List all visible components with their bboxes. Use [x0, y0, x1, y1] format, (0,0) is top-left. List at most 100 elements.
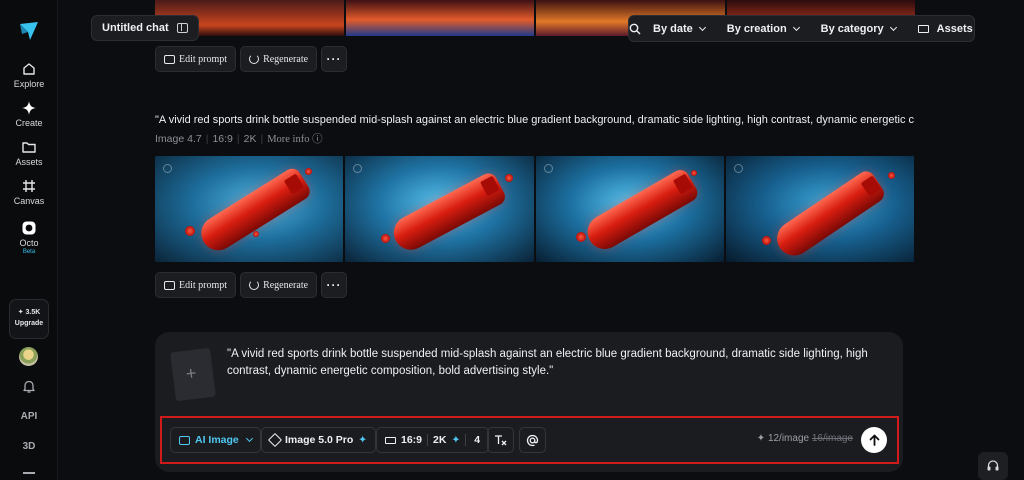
- regenerate-icon: [249, 54, 260, 64]
- model-select[interactable]: Image 5.0 Pro ✦: [261, 427, 377, 453]
- api-link[interactable]: API: [0, 411, 58, 422]
- rail-item-canvas[interactable]: Canvas: [0, 178, 58, 206]
- edit-prompt-button[interactable]: Edit prompt: [155, 272, 237, 298]
- octo-icon: [22, 221, 36, 235]
- regenerate-button[interactable]: Regenerate: [240, 272, 318, 298]
- sparkle-icon: [22, 101, 36, 115]
- rail-label-canvas: Canvas: [13, 196, 45, 206]
- filter-by-creation[interactable]: By creation: [715, 23, 809, 35]
- text-icon: [495, 435, 507, 446]
- assets-button[interactable]: Assets: [906, 23, 983, 35]
- ratio-tag: 16:9: [212, 133, 233, 145]
- edit-prompt-label: Edit prompt: [179, 53, 228, 65]
- model-label: Image 5.0 Pro: [285, 434, 354, 446]
- filter-by-date[interactable]: By date: [641, 23, 715, 35]
- resolution-label: 2K: [433, 434, 447, 446]
- upgrade-button[interactable]: ✦ 3.5K Upgrade: [9, 299, 49, 339]
- regenerate-label: Regenerate: [263, 53, 309, 65]
- rail-label-assets: Assets: [15, 157, 43, 167]
- generated-image[interactable]: [345, 0, 534, 36]
- image-count-label: 4: [474, 434, 481, 446]
- at-mention-icon: [526, 434, 539, 446]
- prompt-input[interactable]: "A vivid red sports drink bottle suspend…: [227, 346, 892, 380]
- generated-image[interactable]: [155, 156, 344, 262]
- more-options-button[interactable]: ···: [321, 46, 348, 72]
- edit-icon: [164, 54, 175, 64]
- rail-item-explore[interactable]: Explore: [0, 61, 58, 89]
- edit-prompt-label: Edit prompt: [179, 279, 228, 291]
- resolution-tag: 2K: [243, 133, 257, 145]
- sparkle-icon: ✦: [451, 434, 461, 446]
- generation-meta: Image 4.7 | 16:9 | 2K | More info ⓘ: [155, 133, 323, 145]
- generated-image[interactable]: [725, 156, 914, 262]
- chevron-down-icon: [889, 23, 897, 31]
- credit-sparkle-icon: ✦: [756, 433, 766, 444]
- app-logo-icon[interactable]: [18, 20, 40, 42]
- divider: [427, 434, 429, 446]
- home-icon: [23, 63, 35, 75]
- chevron-down-icon: [792, 23, 800, 31]
- prompt-text: "A vivid red sports drink bottle suspend…: [155, 114, 915, 126]
- mode-select-ai-image[interactable]: AI Image: [170, 427, 261, 453]
- model-cube-icon: [267, 432, 283, 448]
- search-icon: [629, 23, 641, 34]
- rail-item-assets[interactable]: Assets: [0, 139, 58, 167]
- folder-icon: [22, 142, 36, 153]
- filter-label: By date: [653, 22, 693, 35]
- filter-by-category[interactable]: By category: [809, 23, 906, 35]
- edit-icon: [164, 280, 175, 290]
- chevron-down-icon: [245, 434, 253, 443]
- more-options-button[interactable]: ···: [321, 272, 348, 298]
- support-button[interactable]: [978, 452, 1008, 480]
- generation-actions: Edit prompt Regenerate ···: [155, 272, 348, 298]
- generated-image-grid: [155, 156, 914, 262]
- price-original: 16/image: [811, 433, 853, 444]
- filter-label: By category: [820, 22, 884, 35]
- info-icon: ⓘ: [312, 134, 323, 145]
- edit-prompt-button[interactable]: Edit prompt: [155, 46, 237, 72]
- text-style-button[interactable]: [487, 427, 514, 453]
- arrow-up-icon: [869, 434, 879, 446]
- composer-toolbar: AI Image Image 5.0 Pro ✦ 16:9 2K ✦ 4 ✦ 1…: [160, 416, 899, 464]
- mention-button[interactable]: [519, 427, 546, 453]
- rail-item-octo[interactable]: Octo Beta: [0, 220, 58, 255]
- chevron-down-icon: [698, 23, 706, 31]
- image-badge-icon: [353, 164, 363, 173]
- plus-icon: +: [184, 362, 198, 384]
- add-reference-image-button[interactable]: +: [170, 347, 216, 402]
- menu-icon[interactable]: [23, 472, 35, 474]
- assets-label: Assets: [936, 22, 973, 35]
- beta-badge: Beta: [22, 249, 36, 255]
- filter-bar: By date By creation By category Assets: [628, 15, 975, 42]
- search-button[interactable]: [629, 16, 641, 41]
- image-icon: [179, 435, 190, 445]
- sidebar-toggle-icon[interactable]: [177, 23, 188, 33]
- upgrade-label: Upgrade: [14, 320, 44, 327]
- credits-count: 3.5K: [25, 309, 41, 316]
- mode-label: AI Image: [195, 434, 239, 446]
- bell-icon[interactable]: [22, 379, 36, 394]
- more-info-link[interactable]: More info ⓘ: [267, 134, 322, 145]
- image-badge-icon: [163, 164, 172, 173]
- send-button[interactable]: [861, 427, 887, 453]
- avatar[interactable]: [19, 347, 38, 366]
- rail-item-create[interactable]: Create: [0, 100, 58, 128]
- ratio-label: 16:9: [401, 434, 423, 446]
- rail-label-create: Create: [15, 118, 43, 128]
- regenerate-label: Regenerate: [263, 279, 309, 291]
- model-tag: Image 4.7: [155, 133, 202, 145]
- output-settings[interactable]: 16:9 2K ✦ 4: [376, 427, 490, 453]
- price-current: 12/image: [767, 433, 810, 444]
- filter-label: By creation: [726, 22, 787, 35]
- more-info-label: More info: [267, 134, 310, 145]
- rail-label-explore: Explore: [13, 79, 45, 89]
- generated-image[interactable]: [345, 156, 534, 262]
- generation-actions: Edit prompt Regenerate ···: [155, 46, 348, 72]
- regenerate-button[interactable]: Regenerate: [240, 46, 318, 72]
- generated-image[interactable]: [535, 156, 724, 262]
- chat-title: Untitled chat: [102, 22, 169, 34]
- chat-title-pill[interactable]: Untitled chat: [91, 15, 199, 41]
- canvas-icon: [23, 180, 35, 192]
- three-d-link[interactable]: 3D: [0, 441, 58, 452]
- price-per-image: ✦ 12/image 16/image: [757, 433, 853, 444]
